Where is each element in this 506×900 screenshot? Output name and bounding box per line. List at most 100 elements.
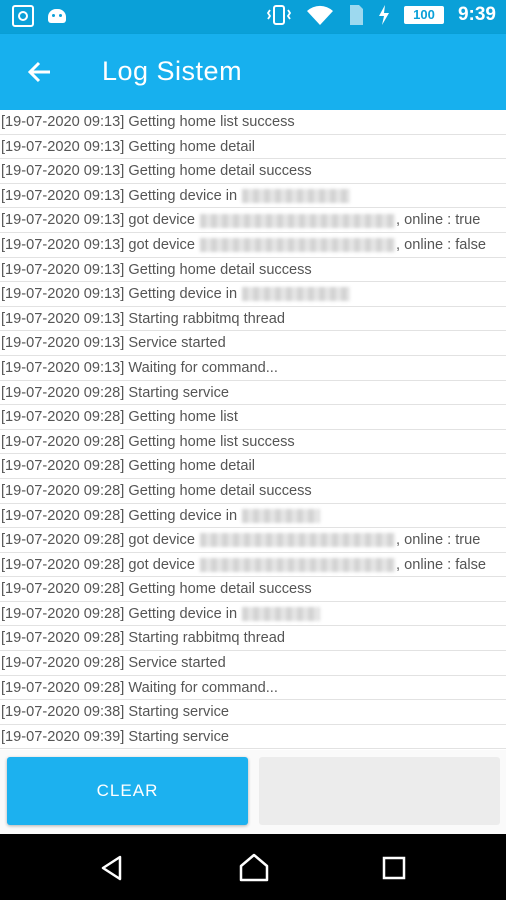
- log-row: [19-07-2020 09:13] Service started: [0, 331, 506, 356]
- log-row: [19-07-2020 09:13] got device , online :…: [0, 233, 506, 258]
- log-message: Starting service: [128, 704, 229, 721]
- app-toolbar: Log Sistem: [0, 34, 506, 114]
- log-row: [19-07-2020 09:28] Getting home detail: [0, 454, 506, 479]
- log-row: [19-07-2020 09:13] got device , online :…: [0, 208, 506, 233]
- log-timestamp: [19-07-2020 09:28]: [1, 581, 125, 598]
- redacted-text: [242, 508, 321, 523]
- log-row: [19-07-2020 09:13] Getting home detail s…: [0, 258, 506, 283]
- clear-button[interactable]: CLEAR: [7, 757, 248, 825]
- log-row: [19-07-2020 09:13] Getting home detail s…: [0, 159, 506, 184]
- log-row: [19-07-2020 09:28] Getting home detail s…: [0, 577, 506, 602]
- log-online-status: , online : false: [396, 556, 487, 573]
- log-timestamp: [19-07-2020 09:13]: [1, 286, 125, 303]
- app-icon: [12, 5, 34, 27]
- log-message: Service started: [128, 655, 226, 672]
- arrow-back-icon[interactable]: [26, 58, 54, 86]
- log-row: [19-07-2020 09:28] Getting device in: [0, 504, 506, 529]
- log-row: [19-07-2020 09:13] Getting home detail: [0, 135, 506, 160]
- log-timestamp: [19-07-2020 09:13]: [1, 138, 125, 155]
- log-timestamp: [19-07-2020 09:28]: [1, 433, 125, 450]
- wifi-icon: [306, 5, 333, 26]
- android-icon: [48, 9, 66, 23]
- log-row: [19-07-2020 09:28] Starting rabbitmq thr…: [0, 626, 506, 652]
- log-row: [19-07-2020 09:28] got device , online :…: [0, 528, 506, 553]
- log-message: Getting home list success: [128, 114, 295, 130]
- log-timestamp: [19-07-2020 09:13]: [1, 359, 125, 376]
- recents-icon[interactable]: [381, 855, 407, 881]
- status-bar: 100 9:39: [0, 0, 506, 34]
- log-list[interactable]: [19-07-2020 09:13] Getting home list suc…: [0, 110, 506, 750]
- redacted-text: [200, 533, 395, 548]
- log-row: [19-07-2020 09:13] Getting home list suc…: [0, 110, 506, 135]
- redacted-text: [200, 213, 395, 228]
- log-timestamp: [19-07-2020 09:28]: [1, 605, 125, 622]
- log-row: [19-07-2020 09:28] Getting home list suc…: [0, 430, 506, 455]
- log-timestamp: [19-07-2020 09:13]: [1, 212, 125, 229]
- log-timestamp: [19-07-2020 09:13]: [1, 163, 125, 180]
- log-timestamp: [19-07-2020 09:28]: [1, 482, 125, 499]
- status-time: 9:39: [457, 4, 496, 25]
- charging-icon: [378, 5, 389, 25]
- log-message: Getting device in: [128, 187, 238, 204]
- log-timestamp: [19-07-2020 09:28]: [1, 507, 125, 524]
- log-message: Getting home detail success: [128, 163, 312, 180]
- log-row: [19-07-2020 09:39] Starting service: [0, 725, 506, 750]
- log-timestamp: [19-07-2020 09:28]: [1, 458, 125, 475]
- log-timestamp: [19-07-2020 09:38]: [1, 704, 125, 721]
- log-timestamp: [19-07-2020 09:13]: [1, 335, 125, 352]
- log-message: Starting service: [128, 384, 229, 401]
- vibrate-icon: [266, 5, 292, 25]
- log-message: got device: [128, 532, 195, 549]
- log-timestamp: [19-07-2020 09:28]: [1, 532, 125, 549]
- log-row: [19-07-2020 09:13] Getting device in: [0, 282, 506, 307]
- log-row: [19-07-2020 09:38] Starting service: [0, 700, 506, 725]
- log-timestamp: [19-07-2020 09:13]: [1, 236, 125, 253]
- log-timestamp: [19-07-2020 09:28]: [1, 384, 125, 401]
- log-message: Getting home list: [128, 409, 238, 426]
- redacted-text: [200, 557, 395, 572]
- log-message: Getting device in: [128, 605, 238, 622]
- button-bar: CLEAR: [0, 750, 506, 834]
- log-row: [19-07-2020 09:28] Getting home list: [0, 405, 506, 430]
- home-icon[interactable]: [238, 852, 270, 882]
- back-icon[interactable]: [98, 854, 126, 882]
- log-timestamp: [19-07-2020 09:13]: [1, 261, 125, 278]
- log-timestamp: [19-07-2020 09:13]: [1, 310, 125, 327]
- log-row: [19-07-2020 09:28] Getting home detail s…: [0, 479, 506, 504]
- log-message: Getting home list success: [128, 433, 295, 450]
- log-row: [19-07-2020 09:13] Waiting for command..…: [0, 356, 506, 381]
- log-message: got device: [128, 236, 195, 253]
- log-message: Getting device in: [128, 286, 238, 303]
- log-timestamp: [19-07-2020 09:28]: [1, 679, 125, 696]
- log-row: [19-07-2020 09:28] Waiting for command..…: [0, 676, 506, 701]
- log-timestamp: [19-07-2020 09:28]: [1, 655, 125, 672]
- redacted-text: [242, 287, 351, 302]
- log-online-status: , online : true: [396, 532, 481, 549]
- log-message: Waiting for command...: [128, 679, 278, 696]
- redacted-text: [242, 607, 321, 622]
- log-message: Getting device in: [128, 507, 238, 524]
- log-row: [19-07-2020 09:28] got device , online :…: [0, 553, 506, 578]
- log-message: Service started: [128, 335, 226, 352]
- log-timestamp: [19-07-2020 09:39]: [1, 728, 125, 745]
- log-online-status: , online : true: [396, 212, 481, 229]
- log-row: [19-07-2020 09:28] Getting device in: [0, 602, 506, 627]
- log-message: Getting home detail: [128, 458, 255, 475]
- log-message: got device: [128, 212, 195, 229]
- log-message: Starting service: [128, 728, 229, 745]
- sim-icon: [349, 5, 363, 25]
- log-timestamp: [19-07-2020 09:13]: [1, 187, 125, 204]
- redacted-text: [242, 188, 351, 203]
- secondary-button[interactable]: [259, 757, 500, 825]
- log-message: Getting home detail success: [128, 482, 312, 499]
- log-row: [19-07-2020 09:13] Getting device in: [0, 184, 506, 209]
- log-timestamp: [19-07-2020 09:28]: [1, 409, 125, 426]
- log-row: [19-07-2020 09:13] Starting rabbitmq thr…: [0, 307, 506, 332]
- page-title: Log Sistem: [102, 56, 243, 86]
- log-row: [19-07-2020 09:28] Starting service: [0, 381, 506, 406]
- log-message: Getting home detail success: [128, 261, 312, 278]
- log-timestamp: [19-07-2020 09:28]: [1, 556, 125, 573]
- log-row: [19-07-2020 09:28] Service started: [0, 651, 506, 676]
- navigation-bar: [0, 834, 506, 900]
- log-message: got device: [128, 556, 195, 573]
